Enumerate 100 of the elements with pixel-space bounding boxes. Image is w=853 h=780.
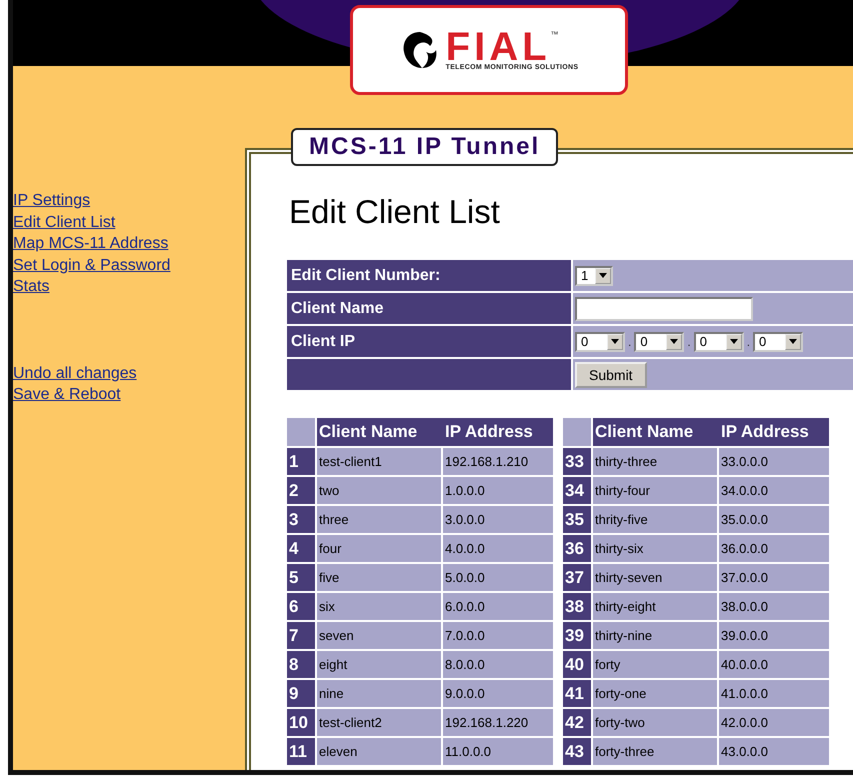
- row-number: 7: [287, 622, 317, 649]
- table-cell: thirty-eight: [593, 593, 719, 620]
- row-number: 1: [287, 448, 317, 475]
- table-cell: 9.0.0.0: [443, 680, 553, 707]
- table-cell: nine: [317, 680, 443, 707]
- table-cell: 34.0.0.0: [719, 477, 829, 504]
- table-cell: 6.0.0.0: [443, 593, 553, 620]
- table-cell: 42.0.0.0: [719, 709, 829, 736]
- table-cell: three: [317, 506, 443, 533]
- row-number: 2: [287, 477, 317, 504]
- row-number: 6: [287, 593, 317, 620]
- table-cell: 40.0.0.0: [719, 651, 829, 678]
- row-number: 41: [563, 680, 593, 707]
- octet-select[interactable]: 0: [575, 332, 625, 352]
- client-name-field[interactable]: [575, 296, 753, 320]
- row-number: 33: [563, 448, 593, 475]
- table-cell: 192.168.1.210: [443, 448, 553, 475]
- table-cell: thirty-three: [593, 448, 719, 475]
- table-cell: five: [317, 564, 443, 591]
- ip-separator: .: [746, 334, 752, 349]
- nav-link[interactable]: Set Login & Password: [13, 254, 170, 276]
- table-cell: forty: [593, 651, 719, 678]
- row-number: 38: [563, 593, 593, 620]
- header-cell: [287, 418, 317, 446]
- row-number: 5: [287, 564, 317, 591]
- table-cell: thirty-nine: [593, 622, 719, 649]
- table-cell: 4.0.0.0: [443, 535, 553, 562]
- row-number: 36: [563, 535, 593, 562]
- table-cell: forty-two: [593, 709, 719, 736]
- submit-button[interactable]: Submit: [575, 362, 647, 388]
- table-cell: 11.0.0.0: [443, 738, 553, 765]
- row-number: 43: [563, 738, 593, 765]
- caret-icon: [670, 339, 678, 344]
- table-cell: test-client1: [317, 448, 443, 475]
- table-cell: 7.0.0.0: [443, 622, 553, 649]
- row-number: 4: [287, 535, 317, 562]
- octet-select[interactable]: 0: [753, 332, 804, 352]
- row-number: 35: [563, 506, 593, 533]
- table-cell: eight: [317, 651, 443, 678]
- row-number: 42: [563, 709, 593, 736]
- table-cell: 192.168.1.220: [443, 709, 553, 736]
- table-cell: thirty-four: [593, 477, 719, 504]
- form-label-cell: Client IP: [287, 326, 573, 357]
- table-cell: 33.0.0.0: [719, 448, 829, 475]
- row-number: 40: [563, 651, 593, 678]
- table-cell: thrity-five: [593, 506, 719, 533]
- action-link[interactable]: Save & Reboot: [13, 384, 121, 406]
- nav-link[interactable]: Stats: [13, 276, 50, 298]
- header-cell: [563, 418, 593, 446]
- table-cell: 37.0.0.0: [719, 564, 829, 591]
- table-cell: 41.0.0.0: [719, 680, 829, 707]
- table-cell: two: [317, 477, 443, 504]
- row-number: 11: [287, 738, 317, 765]
- row-number: 37: [563, 564, 593, 591]
- nav-link[interactable]: Map MCS-11 Address: [13, 233, 168, 254]
- table-cell: seven: [317, 622, 443, 649]
- column-header: Client Name: [317, 418, 443, 446]
- ip-separator: .: [686, 334, 692, 349]
- table-cell: 8.0.0.0: [443, 651, 553, 678]
- caret-icon: [789, 339, 798, 344]
- column-header: IP Address: [719, 418, 829, 446]
- row-number: 39: [563, 622, 593, 649]
- table-cell: 39.0.0.0: [719, 622, 829, 649]
- table-cell: 1.0.0.0: [443, 477, 553, 504]
- row-number: 10: [287, 709, 317, 736]
- table-cell: 43.0.0.0: [719, 738, 829, 765]
- octet-select[interactable]: 0: [694, 332, 744, 352]
- table-cell: six: [317, 593, 443, 620]
- banner-title: MCS-11 IP Tunnel: [291, 128, 558, 166]
- page-title: Edit Client List: [289, 192, 501, 232]
- trademark: ™: [550, 30, 559, 38]
- caret-icon: [611, 339, 619, 344]
- octet-select[interactable]: 0: [634, 332, 684, 352]
- table-cell: thirty-seven: [593, 564, 719, 591]
- row-number: 3: [287, 506, 317, 533]
- row-number: 9: [287, 680, 317, 707]
- table-cell: four: [317, 535, 443, 562]
- row-number: 34: [563, 477, 593, 504]
- brand-name: FIAL: [446, 30, 551, 64]
- form-label-cell: Edit Client Number:: [287, 260, 573, 291]
- nav-link[interactable]: Edit Client List: [13, 212, 116, 233]
- table-cell: 3.0.0.0: [443, 506, 553, 533]
- nav-link[interactable]: IP Settings: [13, 190, 90, 212]
- number-select[interactable]: 1: [575, 266, 613, 286]
- table-cell: test-client2: [317, 709, 443, 736]
- ip-separator: .: [627, 334, 632, 349]
- table-cell: forty-three: [593, 738, 719, 765]
- table-cell: forty-one: [593, 680, 719, 707]
- table-cell: 5.0.0.0: [443, 564, 553, 591]
- column-header: Client Name: [593, 418, 719, 446]
- caret-icon: [599, 273, 607, 278]
- table-cell: thirty-six: [593, 535, 719, 562]
- caret-icon: [730, 339, 738, 344]
- table-cell: 38.0.0.0: [719, 593, 829, 620]
- table-cell: 36.0.0.0: [719, 535, 829, 562]
- action-link[interactable]: Undo all changes: [13, 362, 137, 384]
- form-label-cell: Client Name: [287, 293, 573, 324]
- row-number: 8: [287, 651, 317, 678]
- column-header: IP Address: [443, 418, 553, 446]
- table-cell: 35.0.0.0: [719, 506, 829, 533]
